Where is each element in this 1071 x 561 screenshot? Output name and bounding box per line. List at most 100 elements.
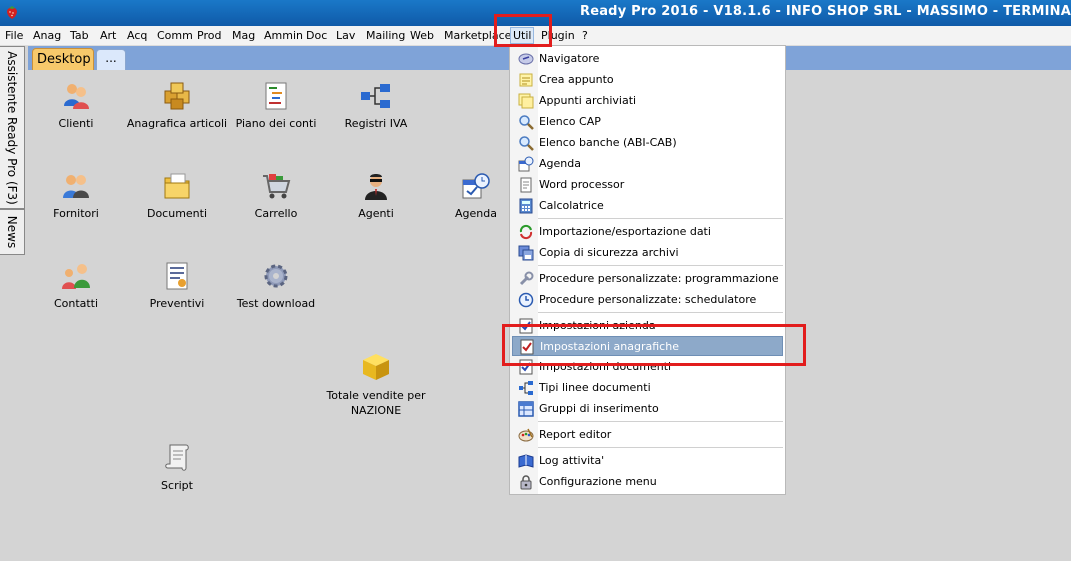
- menu-lav[interactable]: Lav: [336, 29, 355, 42]
- menu-mag[interactable]: Mag: [232, 29, 255, 42]
- gold-cube-icon: [363, 354, 389, 380]
- desktop-icon-label: Documenti: [146, 207, 208, 220]
- desktop-icon-label: Clienti: [58, 117, 94, 130]
- desktop-icon-label: Carrello: [254, 207, 298, 220]
- magnifier-icon: [519, 115, 534, 130]
- log-book-icon: [518, 454, 534, 468]
- calendar-clock-icon: [462, 173, 490, 199]
- tree-diagram-icon: [519, 381, 533, 395]
- menu-file[interactable]: File: [5, 29, 23, 42]
- calculator-icon: [519, 198, 533, 214]
- side-tab-assistant-label: Assistente Ready Pro (F3): [5, 50, 19, 205]
- desktop-icon-contatti[interactable]: Contatti: [21, 262, 131, 311]
- shopping-cart-icon: [263, 174, 291, 199]
- menu-anag[interactable]: Anag: [33, 29, 61, 42]
- annotation-box-impostazioni-anagrafiche: [502, 324, 806, 366]
- contacts-icon: [62, 264, 90, 289]
- tab-more[interactable]: ...: [96, 49, 126, 70]
- folder-icon: [164, 173, 190, 199]
- menu-item-word-processor[interactable]: Word processor: [512, 175, 783, 195]
- menu-item-appunti-archiviati[interactable]: Appunti archiviati: [512, 91, 783, 111]
- menu-item-procedure-schedulatore[interactable]: Procedure personalizzate: schedulatore: [512, 290, 783, 310]
- desktop-icon-documenti[interactable]: Documenti: [122, 172, 232, 221]
- backup-icon: [518, 245, 534, 261]
- quote-document-icon: [166, 262, 188, 290]
- menu-item-procedure-programmazione[interactable]: Procedure personalizzate: programmazione: [512, 269, 783, 289]
- desktop-icon-label: Contatti: [53, 297, 99, 310]
- menu-separator: [538, 447, 783, 448]
- palette-icon: [518, 428, 534, 442]
- note-icon: [519, 73, 533, 87]
- wrench-icon: [519, 271, 534, 286]
- menu-item-agenda[interactable]: Agenda: [512, 154, 783, 174]
- menu-item-report-editor[interactable]: Report editor: [512, 425, 783, 445]
- menu-item-elenco-banche[interactable]: Elenco banche (ABI-CAB): [512, 133, 783, 153]
- desktop-icon-label: Anagrafica articoli: [126, 117, 228, 130]
- menu-separator: [538, 265, 783, 266]
- notes-archive-icon: [518, 93, 534, 109]
- menu-item-importazione-esportazione[interactable]: Importazione/esportazione dati: [512, 222, 783, 242]
- menu-item-gruppi-inserimento[interactable]: Gruppi di inserimento: [512, 399, 783, 419]
- scroll-icon: [165, 444, 189, 471]
- util-dropdown-menu: Navigatore Crea appunto Appunti archivia…: [509, 45, 786, 495]
- desktop-icon-carrello[interactable]: Carrello: [221, 172, 331, 221]
- menu-ammin[interactable]: Ammin: [264, 29, 303, 42]
- document-icon: [520, 177, 532, 193]
- desktop-icon-piano-dei-conti[interactable]: Piano dei conti: [221, 82, 331, 131]
- agent-icon: [365, 174, 387, 200]
- menu-help[interactable]: ?: [582, 29, 588, 42]
- gear-icon: [264, 264, 288, 288]
- desktop-icon-anagrafica-articoli[interactable]: Anagrafica articoli: [122, 82, 232, 131]
- desktop-icon-label: Piano dei conti: [235, 117, 317, 130]
- grid-icon: [518, 401, 534, 417]
- menu-web[interactable]: Web: [410, 29, 434, 42]
- menu-item-tipi-linee-documenti[interactable]: Tipi linee documenti: [512, 378, 783, 398]
- chart-of-accounts-icon: [265, 82, 287, 110]
- magnifier-icon: [519, 136, 534, 151]
- desktop-icon-totale-vendite[interactable]: Totale vendite per NAZIONE: [321, 352, 431, 418]
- desktop-icon-script[interactable]: Script: [122, 442, 232, 493]
- menu-tab[interactable]: Tab: [70, 29, 89, 42]
- tree-diagram-icon: [361, 84, 390, 108]
- desktop-icon-registri-iva[interactable]: Registri IVA: [321, 82, 431, 131]
- menu-item-copia-sicurezza[interactable]: Copia di sicurezza archivi: [512, 243, 783, 263]
- desktop-icon-preventivi[interactable]: Preventivi: [122, 262, 232, 311]
- clock-icon: [518, 292, 534, 308]
- menu-separator: [538, 421, 783, 422]
- desktop-icon-label: Test download: [236, 297, 316, 310]
- menu-prod[interactable]: Prod: [197, 29, 221, 42]
- desktop-icon-clienti[interactable]: Clienti: [21, 82, 131, 131]
- lock-config-icon: [520, 475, 532, 490]
- desktop-icon-label: Totale vendite per NAZIONE: [326, 389, 426, 417]
- desktop-icon-test-download[interactable]: Test download: [221, 262, 331, 311]
- customers-icon: [64, 84, 89, 109]
- strawberry-app-icon[interactable]: [4, 4, 20, 20]
- annotation-box-util-menu: [494, 14, 552, 47]
- menu-doc[interactable]: Doc: [306, 29, 327, 42]
- desktop-icon-label: Registri IVA: [344, 117, 408, 130]
- desktop-icon-label: Script: [161, 479, 193, 492]
- desktop-icon-label: Fornitori: [53, 207, 99, 220]
- menu-item-elenco-cap[interactable]: Elenco CAP: [512, 112, 783, 132]
- menu-acq[interactable]: Acq: [127, 29, 147, 42]
- side-tab-news-label: News: [5, 215, 19, 249]
- tab-desktop[interactable]: Desktop: [32, 48, 94, 70]
- menu-separator: [538, 218, 783, 219]
- menu-item-configurazione-menu[interactable]: Configurazione menu: [512, 472, 783, 492]
- menu-separator: [538, 312, 783, 313]
- menu-comm[interactable]: Comm: [157, 29, 193, 42]
- window-title: Ready Pro 2016 - V18.1.6 - INFO SHOP SRL…: [579, 4, 1071, 19]
- calendar-clock-icon: [518, 156, 534, 172]
- boxes-icon: [164, 82, 190, 110]
- suppliers-icon: [63, 175, 89, 198]
- menu-art[interactable]: Art: [100, 29, 116, 42]
- menu-item-calcolatrice[interactable]: Calcolatrice: [512, 196, 783, 216]
- menu-item-log-attivita[interactable]: Log attivita': [512, 451, 783, 471]
- desktop-icon-label: Agenti: [358, 207, 394, 220]
- menu-mailing[interactable]: Mailing: [366, 29, 405, 42]
- menu-item-navigatore[interactable]: Navigatore: [512, 49, 783, 69]
- desktop-icon-agenti[interactable]: Agenti: [321, 172, 431, 221]
- desktop-icon-fornitori[interactable]: Fornitori: [21, 172, 131, 221]
- navigator-icon: [518, 53, 534, 65]
- menu-item-crea-appunto[interactable]: Crea appunto: [512, 70, 783, 90]
